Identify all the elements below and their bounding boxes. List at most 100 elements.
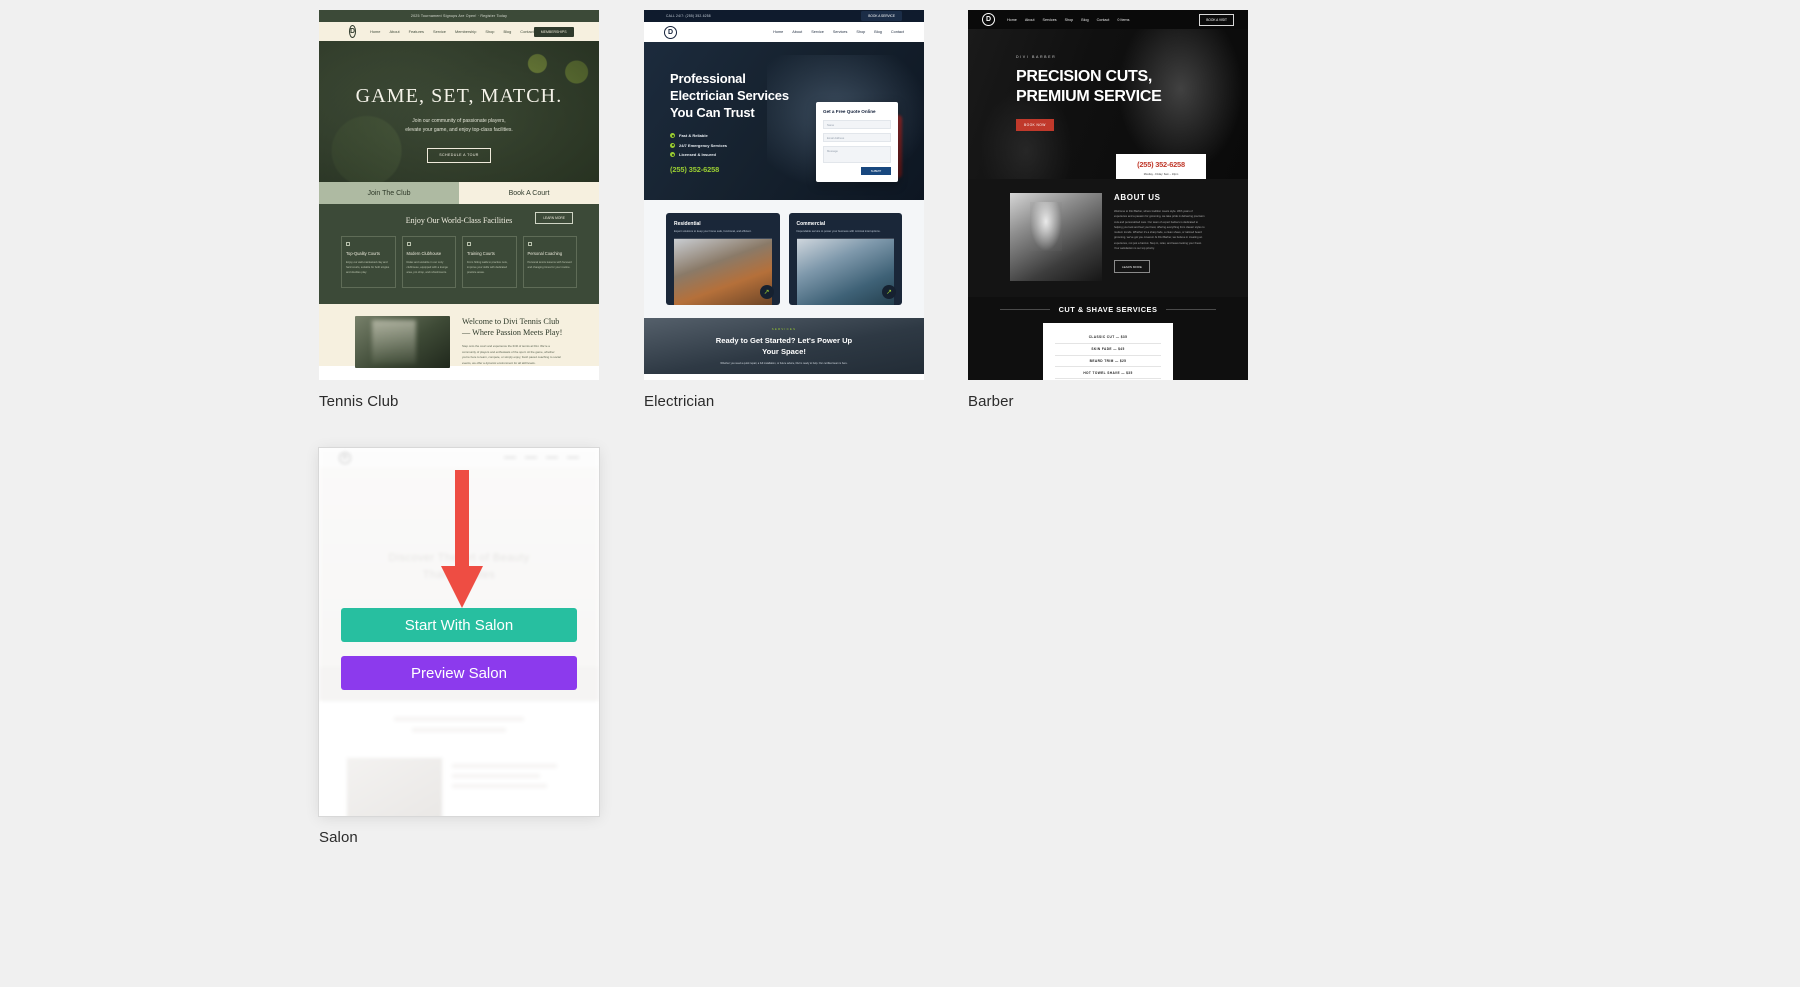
benefit-label: Fast & Reliable: [679, 133, 708, 138]
nav-item[interactable]: Home: [370, 29, 380, 34]
book-visit-button[interactable]: BOOK A VISIT: [1199, 14, 1234, 26]
nav-item[interactable]: Home: [1007, 18, 1017, 22]
name-input[interactable]: Name: [823, 120, 891, 129]
welcome-section: Welcome to Divi Tennis Club— Where Passi…: [319, 304, 599, 366]
book-now-button[interactable]: BOOK NOW: [1016, 119, 1054, 131]
facility-card[interactable]: Top-Quality Courts Enjoy our well-mainta…: [341, 236, 396, 288]
submit-button[interactable]: SUBMIT: [861, 167, 891, 175]
services-title: CUT & SHAVE SERVICES: [1059, 305, 1158, 314]
nav-item[interactable]: Service: [811, 30, 824, 34]
site-preview-salon[interactable]: D Discover The Art of Beauty That Elevat…: [319, 448, 599, 816]
nav-item[interactable]: Shop: [856, 30, 865, 34]
service-card-body: Dependable service to power your busines…: [797, 230, 895, 239]
tab-book-a-court[interactable]: Book A Court: [459, 182, 599, 204]
site-preview-barber[interactable]: D Home About Services Shop Blog Contact …: [968, 10, 1248, 380]
nav-item[interactable]: [525, 456, 537, 459]
facility-title: Top-Quality Courts: [346, 251, 391, 257]
hero-section: GAME, SET, MATCH. Join our community of …: [319, 41, 599, 182]
service-price-row: HAIRCUT & BEARD COMBO — $60: [1055, 379, 1161, 380]
nav-item[interactable]: Shop: [485, 29, 494, 34]
nav-item[interactable]: Home: [773, 30, 783, 34]
facility-card[interactable]: Training Courts From hitting walls to pr…: [462, 236, 517, 288]
about-learn-more-button[interactable]: LEARN MORE: [1114, 260, 1150, 273]
about-title: ABOUT US: [1114, 193, 1206, 202]
nav-item[interactable]: 0 Items: [1117, 18, 1129, 22]
divider: [1000, 309, 1050, 310]
start-with-salon-button[interactable]: Start With Salon: [341, 608, 577, 642]
facilities-learn-more-button[interactable]: LEARN MORE: [535, 212, 573, 224]
site-navbar[interactable]: D: [319, 448, 599, 467]
service-price-row: HOT TOWEL SHAVE — $35: [1055, 367, 1161, 379]
nav-item[interactable]: Blog: [1081, 18, 1088, 22]
site-preview-electrician[interactable]: CALL 24/7: (255) 352-6258 BOOK A SERVICE…: [644, 10, 924, 380]
facility-card[interactable]: Modern Clubhouse Relax and socialize in …: [402, 236, 457, 288]
preview-salon-button[interactable]: Preview Salon: [341, 656, 577, 690]
card-label-electrician: Electrician: [644, 393, 924, 410]
arrow-up-right-icon[interactable]: ↗: [760, 285, 774, 299]
site-preview-tennis-club[interactable]: 2025 Tournament Signups Are Open! · Regi…: [319, 10, 599, 380]
hero-phone-number[interactable]: (255) 352-6258: [670, 165, 794, 174]
text-placeholder: [412, 728, 506, 732]
nav-menu[interactable]: [504, 456, 579, 459]
welcome-image: [355, 316, 450, 368]
facilities-grid: Top-Quality Courts Enjoy our well-mainta…: [341, 236, 577, 288]
nav-item[interactable]: Service: [433, 29, 446, 34]
nav-menu[interactable]: Home About Service Services Shop Blog Co…: [773, 30, 904, 34]
hours-phone-number[interactable]: (255) 352-6258: [1124, 160, 1198, 169]
nav-item[interactable]: Blog: [874, 30, 882, 34]
tab-join-the-club[interactable]: Join The Club: [319, 182, 459, 204]
nav-item[interactable]: Features: [409, 29, 424, 34]
hero-kicker: DIVI BARBER: [1016, 55, 1248, 59]
nav-item[interactable]: [504, 456, 516, 459]
service-price-row: CLASSIC CUT — $35: [1055, 332, 1161, 344]
content-row: [347, 758, 571, 816]
quote-form[interactable]: Get a Free Quote Online Name Email Addre…: [816, 102, 898, 182]
nav-item[interactable]: Services: [1042, 18, 1056, 22]
facility-card[interactable]: Personal Coaching Personal tennis lesson…: [523, 236, 578, 288]
layout-card-electrician[interactable]: CALL 24/7: (255) 352-6258 BOOK A SERVICE…: [644, 10, 924, 410]
nav-item[interactable]: About: [1025, 18, 1035, 22]
check-badge-icon: [670, 152, 675, 157]
nav-item[interactable]: Contact: [891, 30, 904, 34]
nav-item[interactable]: About: [792, 30, 802, 34]
list-item: 24/7 Emergency Services: [670, 143, 794, 148]
text-placeholder: [394, 717, 524, 721]
benefit-label: Licensed & Insured: [679, 152, 716, 157]
card-label-barber: Barber: [968, 393, 1248, 410]
divi-logo-icon: D: [339, 452, 351, 464]
message-textarea[interactable]: Message: [823, 146, 891, 163]
nav-item[interactable]: [567, 456, 579, 459]
schedule-tour-button[interactable]: SCHEDULE A TOUR: [427, 148, 491, 163]
divi-logo-icon: D: [349, 25, 356, 38]
site-navbar[interactable]: D Home About Service Services Shop Blog …: [644, 22, 924, 42]
nav-item[interactable]: Blog: [503, 29, 511, 34]
layout-card-barber[interactable]: D Home About Services Shop Blog Contact …: [968, 10, 1248, 410]
nav-item[interactable]: Membership: [455, 29, 476, 34]
site-navbar[interactable]: D Home About Features Service Membership…: [319, 22, 599, 41]
welcome-body: Step onto the court and experience the t…: [462, 344, 563, 367]
facility-icon: [528, 242, 532, 246]
email-input[interactable]: Email Address: [823, 133, 891, 142]
facility-title: Training Courts: [467, 251, 512, 257]
nav-item[interactable]: About: [389, 29, 399, 34]
nav-item[interactable]: Contact: [520, 29, 533, 34]
facility-body: Relax and socialize in our cozy clubhous…: [407, 261, 452, 275]
arrow-up-right-icon[interactable]: ↗: [882, 285, 896, 299]
book-service-button[interactable]: BOOK A SERVICE: [861, 11, 902, 21]
memberships-button[interactable]: MEMBERSHIPS: [534, 27, 574, 37]
hero-tabs[interactable]: Join The Club Book A Court: [319, 182, 599, 204]
layout-card-tennis-club[interactable]: 2025 Tournament Signups Are Open! · Regi…: [319, 10, 599, 410]
topbar-phone[interactable]: CALL 24/7: (255) 352-6258: [666, 14, 711, 18]
content-section: [319, 701, 599, 816]
nav-item[interactable]: Contact: [1097, 18, 1110, 22]
about-body: Welcome to Divi Barber, where tradition …: [1114, 209, 1206, 251]
service-card-residential[interactable]: Residential Expert solutions to keep you…: [666, 213, 780, 305]
nav-item[interactable]: Services: [833, 30, 848, 34]
nav-item[interactable]: [546, 456, 558, 459]
layout-card-salon[interactable]: D Discover The Art of Beauty That Elevat…: [319, 448, 599, 846]
site-navbar[interactable]: D Home About Services Shop Blog Contact …: [968, 10, 1248, 29]
nav-item[interactable]: Shop: [1065, 18, 1074, 22]
nav-menu[interactable]: Home About Services Shop Blog Contact 0 …: [1007, 18, 1129, 22]
service-card-commercial[interactable]: Commercial Dependable service to power y…: [789, 213, 903, 305]
nav-menu[interactable]: Home About Features Service Membership S…: [370, 29, 534, 34]
